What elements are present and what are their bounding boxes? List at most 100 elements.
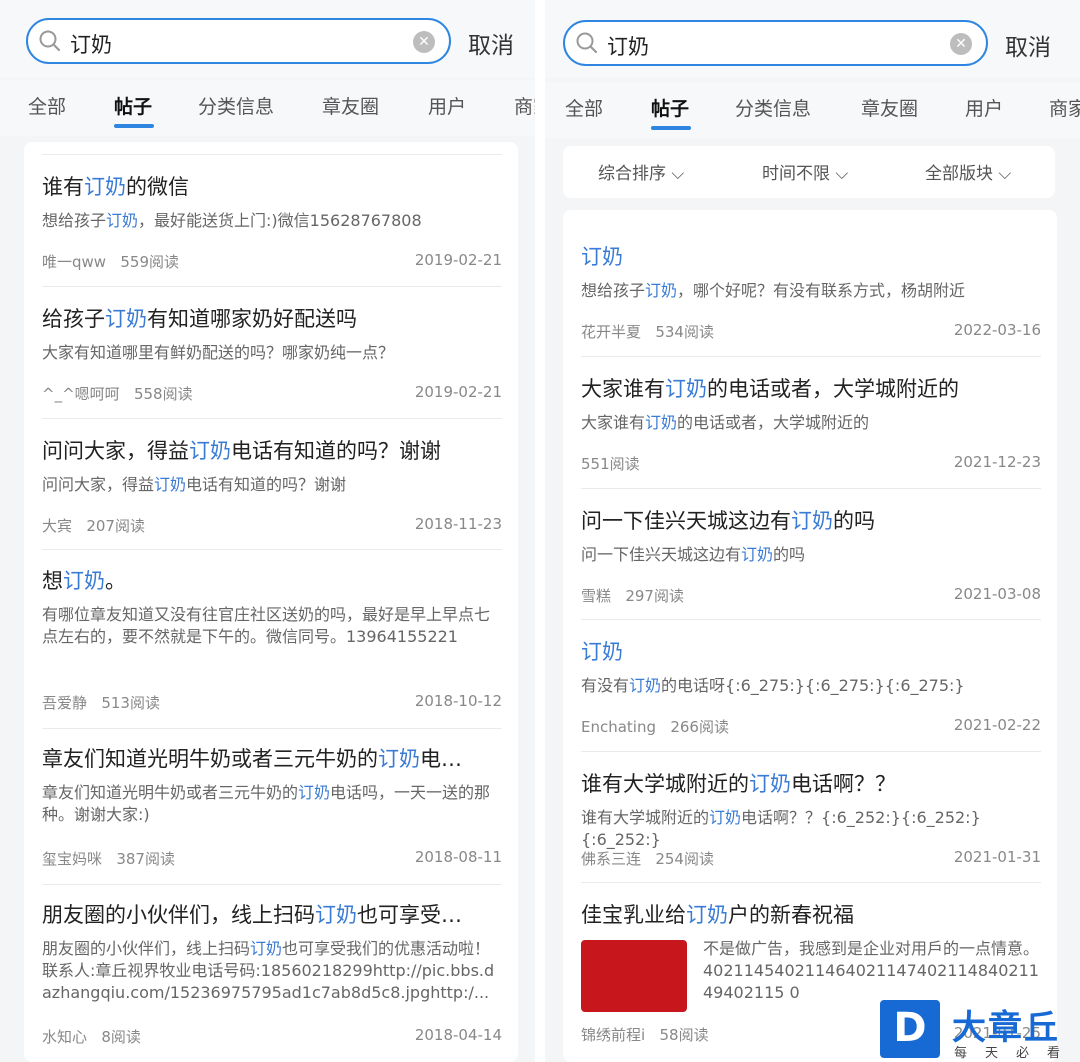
tab-merchants[interactable]: 商家 [514,92,535,119]
post-item[interactable]: 谁有订奶的微信 想给孩子订奶，最好能送货上门:)微信15628767808 唯一… [42,172,502,271]
post-title: 大家谁有订奶的电话或者，大学城附近的 [581,377,959,401]
post-reads: 207阅读 [86,517,145,535]
post-excerpt: 问问大家，得益订奶电话有知道的吗？谢谢 [42,475,347,494]
divider [581,356,1041,357]
post-meta: 大宾 207阅读 2018-11-23 [42,515,502,536]
divider [42,286,502,287]
post-title: 朋友圈的小伙伴们，线上扫码订奶也可享受… [42,903,462,927]
tab-users[interactable]: 用户 [428,92,466,119]
post-excerpt: 大家有知道哪里有鲜奶配送的吗？哪家奶纯一点？ [42,343,395,362]
post-title: 谁有订奶的微信 [42,175,189,199]
logo-subtitle: 每天必看 [954,1046,1079,1061]
post-reads: 551阅读 [581,455,640,473]
time-filter[interactable]: 时间不限 ⌵ [762,159,848,184]
post-title: 章友们知道光明牛奶或者三元牛奶的订奶电… [42,747,462,771]
post-excerpt: 不是做广告，我感到是企业对用戶的一点情意。4021145402114640211… [703,939,1040,1002]
post-item[interactable]: 问问大家，得益订奶电话有知道的吗？谢谢 问问大家，得益订奶电话有知道的吗？谢谢 … [42,436,502,535]
divider [42,884,502,885]
post-date: 2018-11-23 [414,515,502,533]
section-filter[interactable]: 全部版块 ⌵ [925,159,1011,184]
post-list: 订奶 想给孩子订奶，哪个好呢？有没有联系方式，杨胡附近 花开半夏 534阅读 2… [563,210,1057,1062]
post-reads: 558阅读 [133,385,193,403]
post-meta: 雪糕 297阅读 2021-03-08 [581,585,1041,606]
post-reads: 387阅读 [116,850,175,868]
post-item[interactable]: 给孩子订奶有知道哪家奶好配送吗 大家有知道哪里有鲜奶配送的吗？哪家奶纯一点？ ^… [42,304,502,403]
post-reads: 8阅读 [101,1028,141,1046]
post-date: 2021-01-31 [953,848,1041,866]
post-title: 佳宝乳业给订奶户的新春祝福 [581,903,854,927]
clear-icon[interactable]: ✕ [950,33,972,55]
post-author: 花开半夏 [581,323,642,341]
post-author: 佛系三连 [581,850,642,868]
tab-circle[interactable]: 章友圈 [861,94,918,121]
post-date: 2018-04-14 [414,1026,502,1044]
post-item[interactable]: 佳宝乳业给订奶户的新春祝福 不是做广告，我感到是企业对用戶的一点情意。40211… [581,900,1041,1044]
tab-users[interactable]: 用户 [965,94,1003,121]
post-title: 问问大家，得益订奶电话有知道的吗？谢谢 [42,439,441,463]
tab-merchants[interactable]: 商家 [1049,94,1080,121]
tab-all[interactable]: 全部 [28,92,66,119]
search-input[interactable]: 订奶 ✕ [26,18,451,64]
post-item[interactable]: 订奶 想给孩子订奶，哪个好呢？有没有联系方式，杨胡附近 花开半夏 534阅读 2… [581,242,1041,341]
post-reads: 266阅读 [670,718,729,736]
divider [42,728,502,729]
post-item[interactable]: 朋友圈的小伙伴们，线上扫码订奶也可享受… 朋友圈的小伙伴们，线上扫码订奶也可享受… [42,900,502,1046]
post-reads: 58阅读 [659,1026,709,1044]
post-date: 2019-02-21 [414,251,502,269]
divider [42,154,502,155]
post-meta: Enchating 266阅读 2021-02-22 [581,716,1041,737]
tab-posts[interactable]: 帖子 [114,92,152,119]
post-item[interactable]: 订奶 有没有订奶的电话呀{:6_275:}{:6_275:}{:6_275:} … [581,637,1041,736]
post-item[interactable]: 想订奶。 有哪位章友知道又没有往官庄社区送奶的吗，最好是早上早点七点左右的，要不… [42,566,502,712]
tab-bar: 全部 帖子 分类信息 章友圈 用户 商家 [0,80,535,136]
divider [42,549,502,550]
tab-posts[interactable]: 帖子 [651,94,689,121]
post-excerpt: 朋友圈的小伙伴们，线上扫码订奶也可享受我们的优惠活动啦！联系人:章丘视界牧业电话… [42,939,495,1002]
search-bar: 订奶 ✕ 取消 [545,0,1080,78]
post-author: 大宾 [42,517,73,535]
post-item[interactable]: 问一下佳兴天城这边有订奶的吗 问一下佳兴天城这边有订奶的吗 雪糕 297阅读 2… [581,506,1041,605]
post-thumbnail [581,940,687,1012]
post-excerpt: 问一下佳兴天城这边有订奶的吗 [581,545,806,564]
post-author: 吾爱静 [42,694,88,712]
chevron-down-icon: ⌵ [671,164,685,184]
post-item[interactable]: 谁有大学城附近的订奶电话啊？？ 谁有大学城附近的订奶电话啊？？{:6_252:}… [581,769,1041,868]
post-excerpt: 有没有订奶的电话呀{:6_275:}{:6_275:}{:6_275:} [581,676,965,695]
filter-bar: 综合排序 ⌵ 时间不限 ⌵ 全部版块 ⌵ [563,146,1055,198]
tab-circle[interactable]: 章友圈 [322,92,379,119]
post-date: 2021-03-08 [953,585,1041,603]
logo-icon: D [880,1000,940,1058]
search-input[interactable]: 订奶 ✕ [563,20,988,66]
post-excerpt: 谁有大学城附近的订奶电话啊？？{:6_252:}{:6_252:}{:6_252… [581,808,981,849]
post-meta: 吾爱静 513阅读 2018-10-12 [42,692,502,713]
post-meta: ^_^嗯呵呵 558阅读 2019-02-21 [42,383,502,404]
tab-all[interactable]: 全部 [565,94,603,121]
tab-bar: 全部 帖子 分类信息 章友圈 用户 商家 [545,82,1080,138]
post-reads: 559阅读 [120,253,180,271]
chevron-down-icon: ⌵ [835,164,849,184]
post-reads: 513阅读 [101,694,160,712]
divider [581,488,1041,489]
post-reads: 254阅读 [655,850,714,868]
post-title: 谁有大学城附近的订奶电话啊？？ [581,772,896,796]
post-title: 给孩子订奶有知道哪家奶好配送吗 [42,307,357,331]
post-meta: 唯一qww 559阅读 2019-02-21 [42,251,502,272]
right-screen: 订奶 ✕ 取消 全部 帖子 分类信息 章友圈 用户 商家 综合排序 ⌵ 时间不限… [545,0,1080,1062]
search-icon [576,32,598,54]
chevron-down-icon: ⌵ [998,164,1012,184]
search-bar: 订奶 ✕ 取消 [0,0,535,78]
post-title: 想订奶。 [42,569,126,593]
sort-filter[interactable]: 综合排序 ⌵ [598,159,684,184]
tab-categories[interactable]: 分类信息 [735,94,811,121]
cancel-button[interactable]: 取消 [468,26,514,60]
cancel-button[interactable]: 取消 [1005,28,1051,62]
post-item[interactable]: 章友们知道光明牛奶或者三元牛奶的订奶电… 章友们知道光明牛奶或者三元牛奶的订奶电… [42,744,502,868]
post-title: 问一下佳兴天城这边有订奶的吗 [581,509,875,533]
post-date: 2021-12-23 [953,453,1041,471]
post-excerpt: 想给孩子订奶，最好能送货上门:)微信15628767808 [42,211,422,230]
post-meta: 佛系三连 254阅读 2021-01-31 [581,848,1041,869]
tab-categories[interactable]: 分类信息 [198,92,274,119]
post-excerpt: 想给孩子订奶，哪个好呢？有没有联系方式，杨胡附近 [581,281,966,300]
post-item[interactable]: 大家谁有订奶的电话或者，大学城附近的 大家谁有订奶的电话或者，大学城附近的 55… [581,374,1041,473]
clear-icon[interactable]: ✕ [413,31,435,53]
